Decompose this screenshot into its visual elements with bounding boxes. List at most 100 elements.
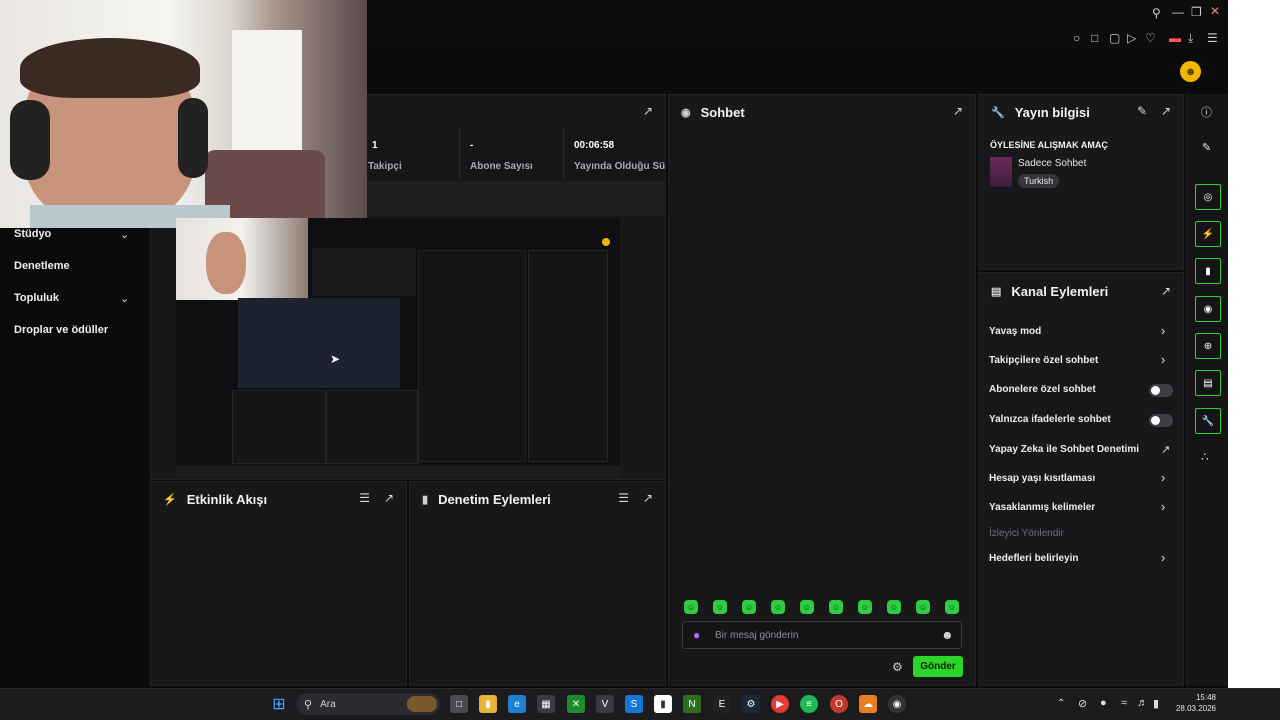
chevron-right-icon[interactable]: › (1161, 499, 1165, 514)
emote-icon[interactable]: ☺ (800, 600, 814, 614)
minimize-icon[interactable]: — (1172, 5, 1184, 19)
nested-chat (418, 250, 526, 462)
heart-icon[interactable]: ♡ (1145, 31, 1156, 45)
filter-icon[interactable]: ☰ (618, 491, 629, 505)
chevron-right-icon[interactable]: › (1161, 352, 1165, 367)
emote-icon[interactable]: ☺ (771, 600, 785, 614)
pin-icon[interactable]: ○ (1073, 31, 1080, 45)
nav-moderation[interactable]: Denetleme (14, 260, 70, 272)
taskbar-search[interactable]: ⚲ Ara (296, 693, 440, 715)
clock-date[interactable]: 28.03.2026 (1170, 704, 1216, 713)
action-ai-moderation[interactable]: Yapay Zeka ile Sohbet Denetimi (989, 444, 1139, 455)
notes-button[interactable]: ▮ (1195, 258, 1221, 284)
action-followers-only[interactable]: Takipçilere özel sohbet (989, 355, 1098, 366)
stream-tag[interactable]: Turkish (1018, 174, 1060, 188)
emote-icon[interactable]: ☺ (829, 600, 843, 614)
youtube-music-icon[interactable]: ▶ (771, 695, 789, 713)
popout-icon[interactable]: ↗ (643, 491, 653, 505)
chat-button[interactable]: ◉ (1195, 296, 1221, 322)
chevron-right-icon[interactable]: › (1161, 323, 1165, 338)
nested-stats (312, 248, 416, 296)
emote-icon[interactable]: ☺ (916, 600, 930, 614)
emote-icon[interactable]: ☺ (742, 600, 756, 614)
clock-time[interactable]: 15:48 (1176, 693, 1216, 702)
clip-button[interactable]: ◎ (1195, 184, 1221, 210)
tray-app-icon[interactable]: ⊘ (1078, 697, 1087, 710)
search-icon[interactable]: ⚲ (1152, 6, 1161, 20)
edit-icon[interactable]: ✎ (1202, 141, 1211, 154)
subscribers-only-toggle[interactable] (1149, 384, 1173, 397)
chevron-right-icon[interactable]: › (1161, 470, 1165, 485)
action-slow-mode[interactable]: Yavaş mod (989, 326, 1041, 337)
wifi-icon[interactable]: ≈ (1121, 697, 1127, 709)
emote-icon[interactable]: ☺ (945, 600, 959, 614)
send-button[interactable]: Gönder (913, 656, 963, 677)
stream-category[interactable]: Sadece Sohbet (1018, 158, 1086, 169)
obs-icon[interactable]: ◉ (888, 695, 906, 713)
emote-icon[interactable]: ☺ (887, 600, 901, 614)
edge-icon[interactable]: e (508, 695, 526, 713)
start-icon[interactable]: ⊞ (270, 695, 288, 713)
close-icon[interactable]: ✕ (1210, 4, 1220, 18)
layout-button[interactable]: ▤ (1195, 370, 1221, 396)
microphone-icon[interactable]: ● (693, 628, 700, 642)
battery-icon[interactable]: ▮ (1153, 697, 1159, 710)
store-icon[interactable]: ▦ (537, 695, 555, 713)
popout-icon[interactable]: ↗ (1161, 104, 1171, 118)
action-banned-words[interactable]: Yasaklanmış kelimeler (989, 502, 1095, 513)
menu-icon[interactable]: ☰ (1207, 31, 1218, 45)
maximize-icon[interactable]: ❐ (1191, 5, 1202, 19)
info-icon[interactable]: ⓘ (1201, 104, 1212, 120)
soundcloud-icon[interactable]: ☁ (859, 695, 877, 713)
chat-input[interactable]: ● Bir mesaj gönderin ☻ (682, 621, 962, 649)
download-icon[interactable]: ⤓ (1188, 31, 1193, 46)
volume-icon[interactable]: ♬ (1137, 697, 1148, 709)
shield-icon[interactable]: ▢ (1109, 31, 1120, 45)
spotify-icon[interactable]: ≡ (800, 695, 818, 713)
vivaldi-icon[interactable]: V (596, 695, 614, 713)
emoji-icon[interactable]: ☻ (941, 628, 954, 642)
tray-chevron-icon[interactable]: ⌃ (1057, 698, 1065, 709)
notepad-icon[interactable]: ▮ (654, 695, 672, 713)
flag-icon[interactable]: ▬ (1169, 31, 1181, 45)
nav-studio[interactable]: Stüdyo (14, 228, 51, 240)
chevron-down-icon[interactable]: ⌄ (120, 292, 129, 305)
emote-icon[interactable]: ☺ (684, 600, 698, 614)
nav-community[interactable]: Topluluk (14, 292, 59, 304)
skype-icon[interactable]: S (625, 695, 643, 713)
chevron-down-icon[interactable]: ⌄ (120, 228, 129, 241)
external-link-icon[interactable]: ↗ (1161, 443, 1170, 456)
play-icon[interactable]: ▷ (1127, 31, 1136, 45)
popout-icon[interactable]: ↗ (643, 104, 653, 118)
xbox-icon[interactable]: ✕ (567, 695, 585, 713)
panel-title: Yayın bilgisi (1014, 104, 1090, 120)
extensions-icon[interactable]: ∴ (1201, 450, 1209, 464)
popout-icon[interactable]: ↗ (953, 104, 963, 118)
settings-icon[interactable]: ⚙ (892, 660, 903, 674)
steam-icon[interactable]: ⚙ (742, 695, 760, 713)
popout-icon[interactable]: ↗ (1161, 284, 1171, 298)
chevron-right-icon[interactable]: › (1161, 550, 1165, 565)
microphone-icon[interactable]: ● (1100, 697, 1107, 709)
stream-preview-video[interactable]: ➤ (176, 218, 620, 478)
epic-games-icon[interactable]: E (713, 695, 731, 713)
action-account-age[interactable]: Hesap yaşı kısıtlaması (989, 473, 1095, 484)
tools-button[interactable]: 🔧 (1195, 408, 1221, 434)
popout-icon[interactable]: ↗ (384, 491, 394, 505)
nvidia-icon[interactable]: N (683, 695, 701, 713)
filter-icon[interactable]: ☰ (359, 491, 370, 505)
file-explorer-icon[interactable]: ▮ (479, 695, 497, 713)
screenshot-icon[interactable]: □ (1091, 31, 1098, 45)
task-view-icon[interactable]: □ (450, 695, 468, 713)
action-set-goals[interactable]: Hedefleri belirleyin (989, 553, 1078, 564)
emote-icon[interactable]: ☺ (713, 600, 727, 614)
boost-button[interactable]: ⚡ (1195, 221, 1221, 247)
emote-only-toggle[interactable] (1149, 414, 1173, 427)
nav-drops-rewards[interactable]: Droplar ve ödüller (14, 324, 108, 336)
broadcast-button[interactable]: ⊕ (1195, 333, 1221, 359)
opera-icon[interactable]: O (830, 695, 848, 713)
edit-icon[interactable]: ✎ (1137, 104, 1147, 118)
category-thumbnail[interactable] (990, 157, 1012, 187)
emote-icon[interactable]: ☺ (858, 600, 872, 614)
avatar[interactable]: ☻ (1180, 61, 1201, 82)
